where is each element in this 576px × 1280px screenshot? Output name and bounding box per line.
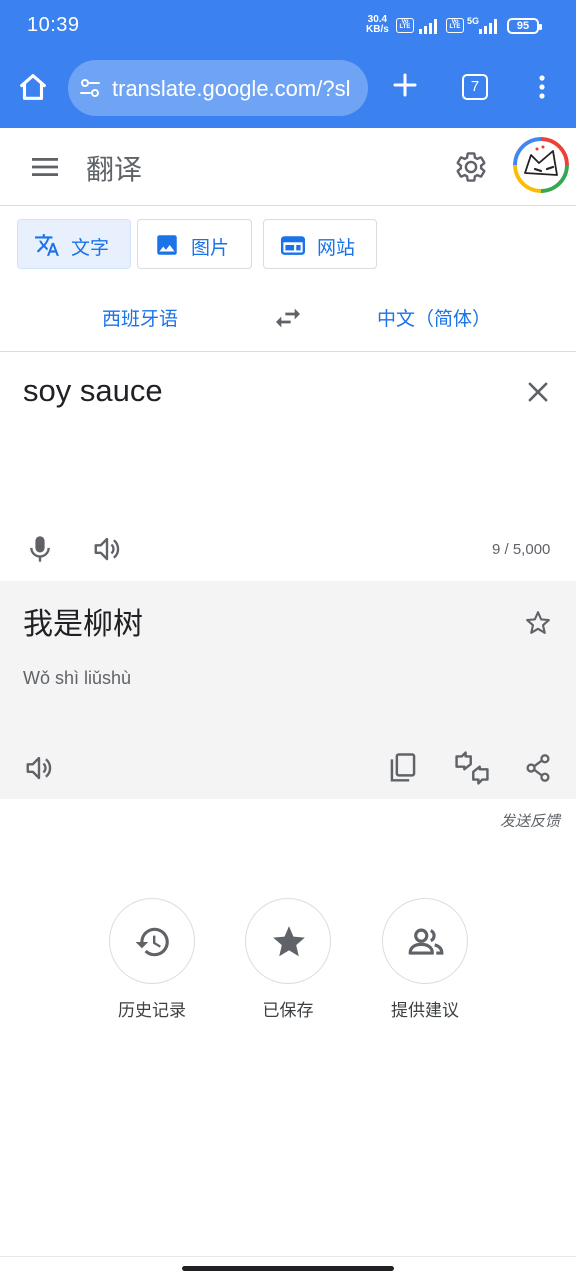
browser-toolbar: translate.google.com/?sl 7 <box>0 52 576 128</box>
more-options-icon[interactable] <box>530 72 554 102</box>
saved-button-circle[interactable] <box>245 898 331 984</box>
site-settings-icon[interactable] <box>78 76 102 100</box>
mode-tab-images[interactable]: 图片 <box>137 219 252 269</box>
community-icon <box>408 928 444 955</box>
microphone-icon[interactable] <box>26 534 54 564</box>
nav-divider <box>0 1256 576 1257</box>
mode-tab-website[interactable]: 网站 <box>263 219 377 269</box>
copy-icon[interactable] <box>388 752 418 784</box>
contribute-label: 提供建议 <box>391 1001 459 1020</box>
url-text: translate.google.com/?sl <box>112 76 351 101</box>
contribute-button[interactable]: 提供建议 <box>382 898 468 1021</box>
home-icon[interactable] <box>16 70 50 104</box>
mode-tab-images-label: 图片 <box>191 238 230 259</box>
account-avatar[interactable] <box>513 137 569 193</box>
battery-icon: 95 <box>507 18 542 34</box>
status-time: 10:39 <box>27 14 80 36</box>
mode-tab-text-label: 文字 <box>71 238 110 259</box>
transliteration-text: Wǒ shì liǔshù <box>23 668 132 688</box>
listen-source-icon[interactable] <box>92 534 122 564</box>
menu-icon[interactable] <box>30 153 60 181</box>
translate-icon <box>35 234 59 256</box>
source-language-button[interactable]: 西班牙语 <box>102 304 178 331</box>
network-speed: 30.4 KB/s <box>366 15 389 35</box>
swap-languages-icon[interactable] <box>272 302 304 334</box>
saved-label: 已保存 <box>262 1001 314 1020</box>
target-language-button[interactable]: 中文（简体） <box>377 304 491 331</box>
website-icon <box>280 236 306 255</box>
listen-translation-icon[interactable] <box>24 753 54 783</box>
settings-gear-icon[interactable] <box>454 150 488 184</box>
send-feedback-link[interactable]: 发送反馈 <box>500 810 560 831</box>
status-bar: 10:39 30.4 KB/s Vo LTE Vo LTE 5G 95 <box>0 0 576 52</box>
mode-tab-website-label: 网站 <box>317 238 356 259</box>
network-speed-unit: KB/s <box>366 24 389 35</box>
contribute-button-circle[interactable] <box>382 898 468 984</box>
signal-icon <box>419 19 437 34</box>
tab-switcher-button[interactable]: 7 <box>462 74 488 100</box>
history-button-circle[interactable] <box>109 898 195 984</box>
address-bar[interactable]: translate.google.com/?sl <box>68 60 368 116</box>
clear-text-icon[interactable] <box>524 378 552 406</box>
app-title: 翻译 <box>86 154 143 185</box>
share-icon[interactable] <box>524 753 552 783</box>
history-button[interactable]: 历史记录 <box>109 898 195 1021</box>
app-header: 翻译 <box>0 128 576 206</box>
volte-icon: Vo LTE <box>396 18 414 33</box>
source-text-input[interactable]: soy sauce <box>23 373 163 409</box>
language-bar: 西班牙语 中文（简体） <box>0 280 576 352</box>
translation-text: 我是柳树 <box>23 608 143 641</box>
history-icon <box>135 927 169 957</box>
translation-result-panel: 我是柳树 Wǒ shì liǔshù <box>0 581 576 799</box>
image-icon <box>157 235 177 255</box>
gesture-nav-handle[interactable] <box>182 1266 394 1271</box>
save-star-icon[interactable] <box>524 609 552 637</box>
history-label: 历史记录 <box>118 1001 186 1020</box>
signal-5g-icon <box>479 19 497 34</box>
rate-translation-icon[interactable] <box>454 751 490 785</box>
mode-tab-text[interactable]: 文字 <box>17 219 131 269</box>
saved-button[interactable]: 已保存 <box>245 898 331 1021</box>
star-icon <box>273 926 305 957</box>
character-count: 9 / 5,000 <box>492 541 551 558</box>
new-tab-icon[interactable] <box>390 70 420 100</box>
volte-icon-2: Vo LTE <box>446 18 464 33</box>
